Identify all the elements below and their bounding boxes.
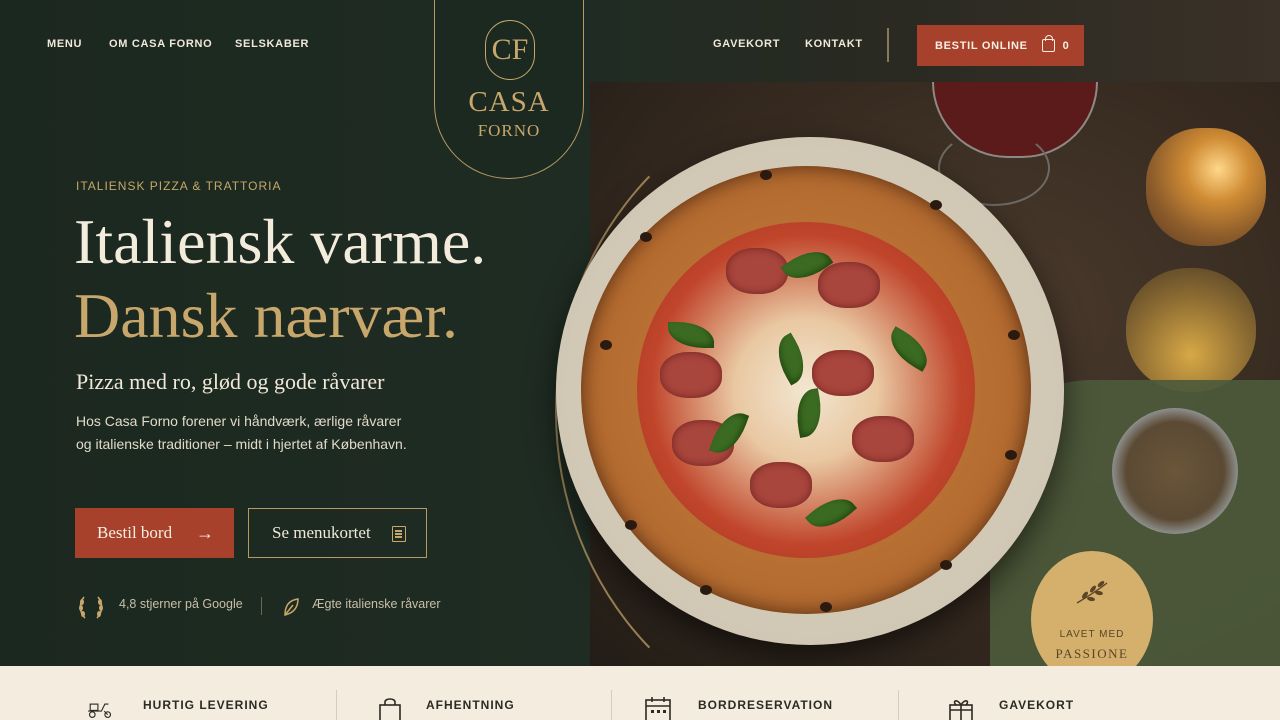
shopping-bag-icon [379, 698, 401, 720]
nav-link-events[interactable]: SELSKABER [235, 38, 309, 50]
hero-headline-2: Dansk nærvær. [74, 280, 458, 351]
shopping-bag-icon [1041, 35, 1055, 52]
salami-slice [852, 416, 914, 462]
hero-eyebrow: ITALIENSK PIZZA & TRATTORIA [76, 179, 282, 193]
spice-bowl [1112, 408, 1238, 534]
order-online-button[interactable]: BESTIL ONLINE 0 [917, 25, 1084, 66]
salami-slice [750, 462, 812, 508]
logo-monogram: CF [485, 20, 535, 80]
feature-divider [336, 690, 337, 720]
nav-link-menu[interactable]: MENU [47, 38, 82, 50]
gift-icon [949, 700, 973, 720]
crust-char [1005, 450, 1017, 460]
book-table-label: Bestil bord [97, 523, 173, 542]
crust-char [820, 602, 832, 612]
feature-delivery[interactable]: HURTIG LEVERING [143, 698, 269, 712]
cart-count: 0 [1062, 39, 1070, 52]
crust-char [600, 340, 612, 350]
salami-slice [726, 248, 788, 294]
nav-link-about[interactable]: OM CASA FORNO [109, 38, 212, 50]
feature-reservation[interactable]: BORDRESERVATION [698, 698, 833, 712]
delivery-scooter-icon [88, 703, 112, 718]
crust-char [700, 585, 712, 595]
olive-branch-icon [1076, 581, 1108, 604]
feature-giftcard[interactable]: GAVEKORT [999, 698, 1074, 712]
arrow-right-icon: → [196, 523, 214, 543]
leaf-icon [284, 598, 299, 616]
logo-name: CASA [468, 86, 550, 118]
feature-divider [611, 690, 612, 720]
feature-divider [898, 690, 899, 720]
hero-subheadline: Pizza med ro, glød og gode råvarer [76, 369, 385, 394]
salami-slice [818, 262, 880, 308]
see-menu-button[interactable]: Se menukortet [248, 508, 427, 558]
logo[interactable]: CF CASA FORNO [434, 0, 584, 179]
trust-ingredients: Ægte italienske råvarer [312, 597, 441, 611]
hero-body: Hos Casa Forno forener vi håndværk, ærli… [76, 413, 407, 452]
nav-link-contact[interactable]: KONTAKT [805, 38, 863, 50]
book-table-button[interactable]: Bestil bord → [75, 508, 234, 558]
badge-small-text: LAVET MED [1059, 629, 1125, 640]
order-online-label: BESTIL ONLINE [935, 39, 1028, 52]
nav-link-giftcards[interactable]: GAVEKORT [713, 38, 780, 50]
crust-char [640, 232, 652, 242]
nav-divider [887, 28, 889, 62]
crust-char [930, 200, 942, 210]
calendar-icon [645, 697, 671, 720]
salami-slice [812, 350, 874, 396]
feature-pickup[interactable]: AFHENTNING [426, 698, 515, 712]
oil-bottle [1126, 268, 1256, 392]
crust-char [625, 520, 637, 530]
trust-rating: 4,8 stjerner på Google [119, 597, 243, 611]
hero-headline-1: Italiensk varme. [74, 206, 487, 277]
logo-subname: FORNO [477, 121, 541, 140]
candle [1146, 128, 1266, 246]
crust-char [1008, 330, 1020, 340]
trust-divider [261, 597, 262, 615]
salami-slice [660, 352, 722, 398]
menu-book-icon [392, 526, 406, 542]
laurel-icon [79, 596, 103, 619]
badge-big-text: PASSIONE [1055, 646, 1129, 661]
see-menu-label: Se menukortet [272, 523, 371, 542]
crust-char [940, 560, 952, 570]
crust-char [760, 170, 772, 180]
